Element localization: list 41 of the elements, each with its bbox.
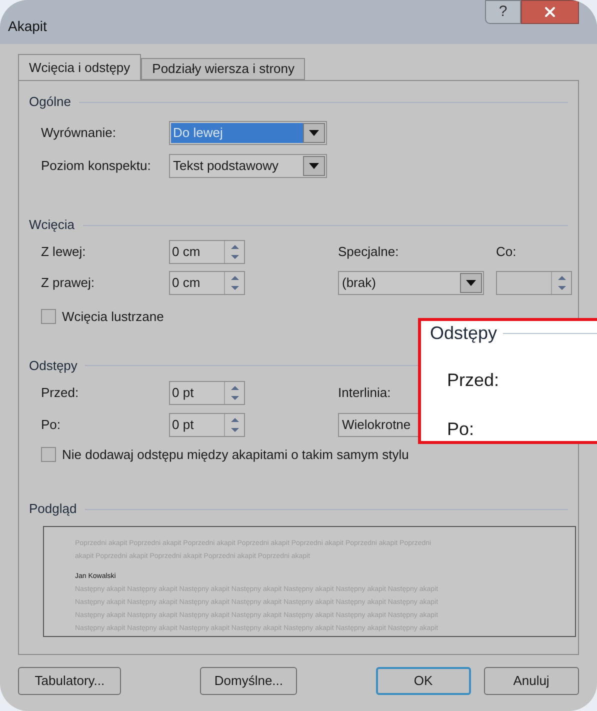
dropdown[interactable]: Tekst podstawowy bbox=[169, 154, 327, 178]
callout-label: Przed: bbox=[447, 369, 500, 392]
field-label: Przed: bbox=[41, 384, 80, 402]
field-label: Wyrównanie: bbox=[41, 124, 118, 142]
section-heading: Wcięcia bbox=[29, 216, 75, 234]
dialog-button[interactable]: Tabulatory... bbox=[18, 667, 122, 695]
field-label: Poziom konspektu: bbox=[41, 157, 152, 176]
checkbox[interactable] bbox=[41, 446, 56, 462]
field-label: Po: bbox=[41, 416, 62, 434]
window-title: Akapit bbox=[8, 17, 47, 36]
checkbox[interactable] bbox=[41, 309, 56, 324]
field-label: Specjalne: bbox=[338, 243, 400, 262]
dialog-button[interactable]: Anuluj bbox=[484, 667, 580, 695]
section-heading: Podgląd bbox=[29, 500, 77, 518]
spin-field[interactable]: 0 pt bbox=[169, 380, 245, 404]
section-heading: Ogólne bbox=[29, 93, 71, 112]
caret-icon bbox=[309, 163, 319, 169]
dialog-button[interactable]: OK bbox=[376, 667, 470, 695]
spin-field[interactable]: 0 cm bbox=[169, 240, 245, 264]
tab[interactable]: Podziały wiersza i strony bbox=[141, 58, 306, 80]
spin-field[interactable] bbox=[496, 271, 572, 295]
field-label: Nie dodawaj odstępu między akapitami o takim samym stylu bbox=[62, 446, 409, 464]
field-label: Z prawej: bbox=[41, 274, 96, 292]
field-label: Interlinia: bbox=[338, 384, 392, 402]
dropdown[interactable]: (brak) bbox=[338, 271, 484, 295]
dropdown[interactable]: Wielokrotne bbox=[338, 412, 418, 436]
callout-heading: Odstępy bbox=[430, 322, 498, 345]
field-label: Z lewej: bbox=[41, 243, 87, 262]
field-label: Wcięcia lustrzane bbox=[62, 308, 164, 326]
dialog-button[interactable]: Domyślne... bbox=[200, 667, 297, 695]
caret-icon bbox=[466, 280, 476, 286]
help-button[interactable]: ? bbox=[485, 0, 521, 24]
spin-field[interactable]: 0 pt bbox=[169, 412, 245, 436]
field-label: Co: bbox=[496, 243, 518, 262]
section-heading: Odstępy bbox=[29, 356, 78, 375]
caret-icon bbox=[309, 130, 319, 136]
close-icon bbox=[542, 4, 558, 20]
spin-field[interactable]: 0 cm bbox=[169, 271, 245, 295]
tab[interactable]: Wcięcia i odstępy bbox=[18, 54, 142, 80]
callout-label: Po: bbox=[447, 418, 476, 441]
close-button[interactable] bbox=[521, 0, 579, 24]
